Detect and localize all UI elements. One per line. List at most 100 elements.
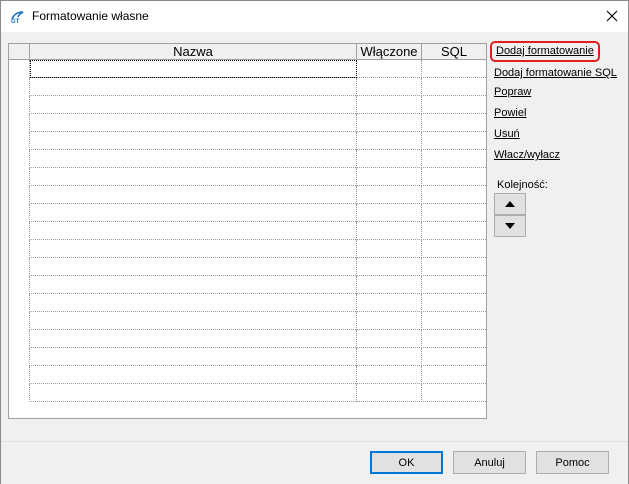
table-row[interactable] xyxy=(9,312,486,330)
table-cell-on[interactable] xyxy=(357,204,422,222)
add-sql-formatting-link[interactable]: Dodaj formatowanie SQL xyxy=(494,66,617,80)
table-cell-sql[interactable] xyxy=(422,78,486,96)
table-cell-name[interactable] xyxy=(30,204,357,222)
table-row[interactable] xyxy=(9,114,486,132)
table-cell-name[interactable] xyxy=(30,384,357,402)
table-row[interactable] xyxy=(9,96,486,114)
table-cell-sql[interactable] xyxy=(422,240,486,258)
header-nazwa[interactable]: Nazwa xyxy=(30,44,357,59)
table-cell-on[interactable] xyxy=(357,150,422,168)
table-cell-name[interactable] xyxy=(30,258,357,276)
table-cell-sql[interactable] xyxy=(422,132,486,150)
table-cell-name[interactable] xyxy=(30,168,357,186)
table-cell-on[interactable] xyxy=(357,132,422,150)
table-row[interactable] xyxy=(9,150,486,168)
table-cell-on[interactable] xyxy=(357,294,422,312)
table-cell-on[interactable] xyxy=(357,348,422,366)
table-cell-name[interactable] xyxy=(30,312,357,330)
table-cell-sql[interactable] xyxy=(422,168,486,186)
table-cell-name[interactable] xyxy=(30,276,357,294)
table-cell-ind[interactable] xyxy=(9,168,30,186)
move-down-button[interactable] xyxy=(494,215,526,237)
table-row[interactable] xyxy=(9,132,486,150)
table-cell-ind[interactable] xyxy=(9,240,30,258)
table-cell-sql[interactable] xyxy=(422,276,486,294)
table-row[interactable] xyxy=(9,240,486,258)
table-row[interactable] xyxy=(9,366,486,384)
table-cell-name[interactable] xyxy=(30,294,357,312)
table-cell-ind[interactable] xyxy=(9,114,30,132)
table-row[interactable] xyxy=(9,60,486,78)
table-cell-on[interactable] xyxy=(357,276,422,294)
header-wlaczone[interactable]: Włączone xyxy=(357,44,422,59)
cancel-button[interactable]: Anuluj xyxy=(453,451,526,474)
table-row[interactable] xyxy=(9,168,486,186)
ok-button[interactable]: OK xyxy=(370,451,443,474)
table-cell-ind[interactable] xyxy=(9,132,30,150)
table-cell-name[interactable] xyxy=(30,96,357,114)
table-cell-name[interactable] xyxy=(30,60,357,78)
table-cell-sql[interactable] xyxy=(422,114,486,132)
table-row[interactable] xyxy=(9,384,486,402)
table-cell-sql[interactable] xyxy=(422,312,486,330)
table-cell-name[interactable] xyxy=(30,186,357,204)
table-cell-on[interactable] xyxy=(357,114,422,132)
duplicate-link[interactable]: Powiel xyxy=(494,106,526,120)
header-sql[interactable]: SQL xyxy=(422,44,486,59)
table-cell-on[interactable] xyxy=(357,96,422,114)
table-cell-on[interactable] xyxy=(357,186,422,204)
edit-link[interactable]: Popraw xyxy=(494,85,531,99)
move-up-button[interactable] xyxy=(494,193,526,215)
table-cell-on[interactable] xyxy=(357,168,422,186)
table-cell-name[interactable] xyxy=(30,78,357,96)
table-cell-on[interactable] xyxy=(357,222,422,240)
table-cell-sql[interactable] xyxy=(422,222,486,240)
table-row[interactable] xyxy=(9,294,486,312)
table-cell-ind[interactable] xyxy=(9,150,30,168)
table-cell-name[interactable] xyxy=(30,366,357,384)
table-cell-ind[interactable] xyxy=(9,294,30,312)
table-cell-sql[interactable] xyxy=(422,330,486,348)
table-cell-ind[interactable] xyxy=(9,204,30,222)
table-row[interactable] xyxy=(9,78,486,96)
table-cell-ind[interactable] xyxy=(9,186,30,204)
table-cell-sql[interactable] xyxy=(422,348,486,366)
table-cell-ind[interactable] xyxy=(9,330,30,348)
table-cell-sql[interactable] xyxy=(422,60,486,78)
table-cell-ind[interactable] xyxy=(9,78,30,96)
table-row[interactable] xyxy=(9,222,486,240)
table-cell-on[interactable] xyxy=(357,240,422,258)
table-cell-on[interactable] xyxy=(357,330,422,348)
table-cell-on[interactable] xyxy=(357,258,422,276)
table-cell-sql[interactable] xyxy=(422,186,486,204)
table-cell-ind[interactable] xyxy=(9,222,30,240)
table-cell-ind[interactable] xyxy=(9,312,30,330)
table-cell-on[interactable] xyxy=(357,312,422,330)
table-cell-name[interactable] xyxy=(30,114,357,132)
table-cell-sql[interactable] xyxy=(422,204,486,222)
table-cell-sql[interactable] xyxy=(422,384,486,402)
table-row[interactable] xyxy=(9,276,486,294)
table-cell-sql[interactable] xyxy=(422,258,486,276)
toggle-link[interactable]: Włacz/wyłacz xyxy=(494,148,560,162)
help-button[interactable]: Pomoc xyxy=(536,451,609,474)
table-cell-ind[interactable] xyxy=(9,348,30,366)
table-cell-name[interactable] xyxy=(30,348,357,366)
table-cell-name[interactable] xyxy=(30,222,357,240)
table-row[interactable] xyxy=(9,330,486,348)
table-cell-on[interactable] xyxy=(357,384,422,402)
table-cell-on[interactable] xyxy=(357,78,422,96)
table-cell-ind[interactable] xyxy=(9,96,30,114)
table-cell-name[interactable] xyxy=(30,240,357,258)
close-button[interactable] xyxy=(598,4,626,28)
table-cell-sql[interactable] xyxy=(422,366,486,384)
table-cell-name[interactable] xyxy=(30,150,357,168)
table-cell-ind[interactable] xyxy=(9,276,30,294)
table-cell-sql[interactable] xyxy=(422,294,486,312)
table-cell-sql[interactable] xyxy=(422,96,486,114)
table-cell-ind[interactable] xyxy=(9,60,30,78)
table-cell-on[interactable] xyxy=(357,60,422,78)
table-cell-name[interactable] xyxy=(30,132,357,150)
table-cell-ind[interactable] xyxy=(9,384,30,402)
table-cell-ind[interactable] xyxy=(9,366,30,384)
